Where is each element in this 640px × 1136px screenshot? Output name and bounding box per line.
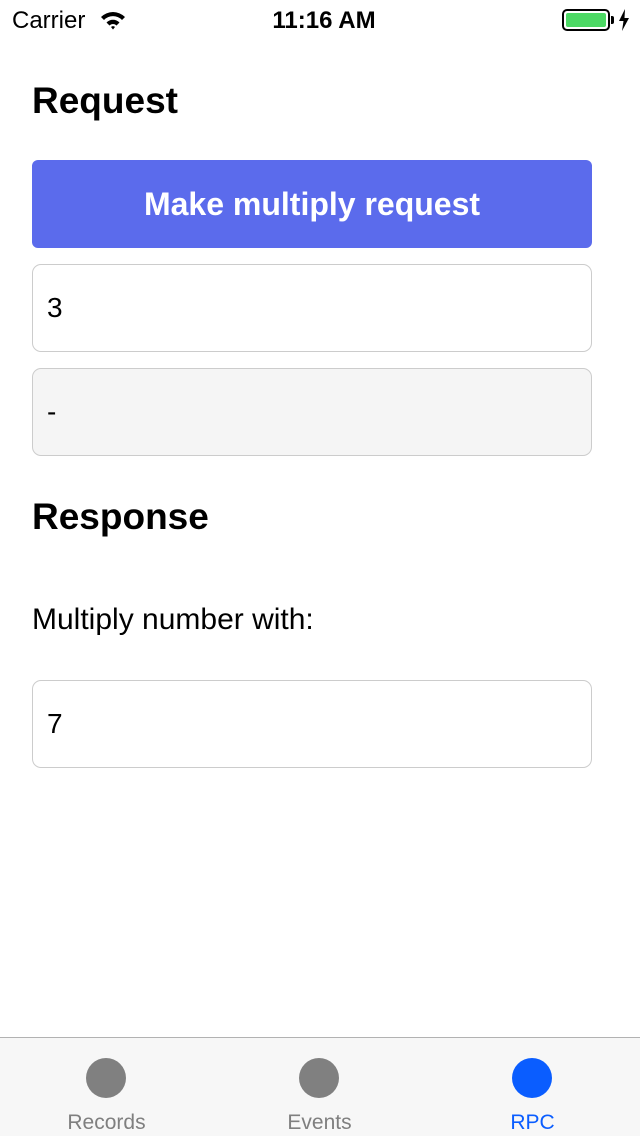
tab-events-label: Events [287,1111,352,1134]
battery-icon [562,9,610,31]
battery-tip [611,16,614,24]
tab-events[interactable]: Events [213,1038,426,1136]
result-value: - [47,396,57,427]
tab-records-label: Records [67,1111,146,1134]
events-circle-icon [299,1058,339,1098]
request-heading: Request [32,80,178,121]
tab-rpc[interactable]: RPC [426,1038,639,1136]
multiply-label: Multiply number with: [32,603,314,636]
multiplier-input[interactable]: 7 [32,680,592,768]
tab-records[interactable]: Records [0,1038,213,1136]
clock: 11:16 AM [272,7,376,34]
status-bar: Carrier 11:16 AM [0,0,640,40]
rpc-circle-icon [512,1058,552,1098]
records-circle-icon [86,1058,126,1098]
tab-rpc-label: RPC [510,1111,555,1134]
battery-fill [566,13,606,27]
response-heading: Response [32,496,209,537]
number-input[interactable]: 3 [32,264,592,352]
make-multiply-request-button[interactable]: Make multiply request [32,160,592,248]
multiplier-input-value: 7 [47,708,63,739]
number-input-value: 3 [47,292,63,323]
tab-bar: Records Events RPC [0,1037,640,1136]
charging-bolt-icon [619,9,629,31]
result-field: - [32,368,592,456]
